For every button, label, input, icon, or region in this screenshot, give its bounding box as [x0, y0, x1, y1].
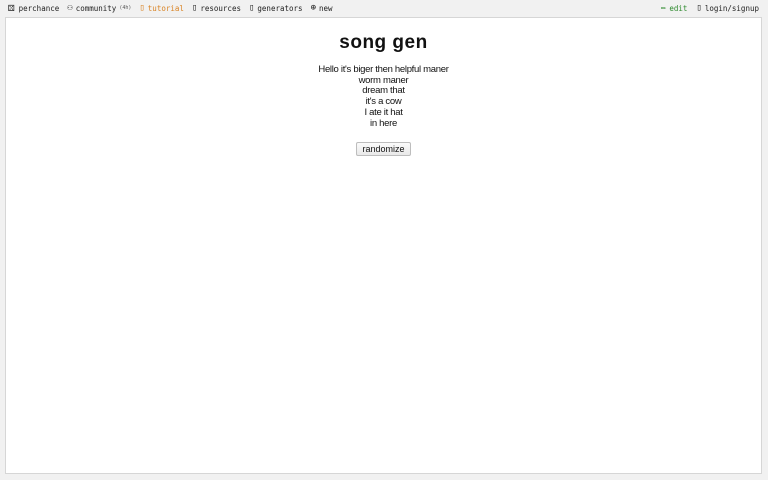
folder-icon: ▯ [191, 3, 198, 13]
randomize-button[interactable]: randomize [356, 142, 411, 156]
edit-link[interactable]: ✏ edit [661, 3, 687, 13]
nav-item-resources[interactable]: ▯ resources [192, 3, 241, 13]
nav-item-label: resources [200, 3, 241, 13]
book-icon: ▯ [139, 3, 145, 13]
nav-item-label: generators [257, 3, 303, 13]
plus-circle-icon: ⊕ [310, 3, 316, 13]
nav-brand-perchance[interactable]: ⚄ perchance [8, 1, 60, 14]
nav-item-generators[interactable]: ▯ generators [249, 3, 303, 13]
button-row: randomize [6, 139, 761, 157]
community-count-badge: (4h) [119, 5, 132, 11]
song-lyrics: Hello it's biger then helpful maner worm… [6, 64, 761, 129]
nav-brand-label: perchance [18, 3, 60, 13]
top-nav-bar: ⚄ perchance ⚇ community (4h) ▯ tutorial … [0, 0, 768, 16]
nav-item-new[interactable]: ⊕ new [311, 3, 333, 13]
user-icon: ▯ [696, 3, 702, 13]
nav-right: ✏ edit ▯ login/signup [652, 2, 759, 14]
pencil-icon: ✏ [660, 3, 667, 13]
generator-output-panel: song gen Hello it's biger then helpful m… [5, 17, 762, 474]
nav-item-community[interactable]: ⚇ community (4h) [67, 3, 131, 13]
nav-left: ⚄ perchance ⚇ community (4h) ▯ tutorial … [8, 2, 341, 14]
grid-icon: ▯ [248, 3, 255, 13]
page-title: song gen [339, 32, 428, 53]
nav-item-label: tutorial [147, 3, 184, 13]
edit-label: edit [669, 3, 688, 13]
dice-icon: ⚄ [8, 1, 15, 14]
people-icon: ⚇ [67, 3, 73, 13]
nav-item-label: new [318, 3, 333, 13]
nav-item-label: community [75, 3, 117, 13]
login-signup-link[interactable]: ▯ login/signup [696, 3, 759, 13]
lyric-line: I ate it hat [364, 106, 403, 118]
nav-item-tutorial[interactable]: ▯ tutorial [139, 3, 184, 13]
lyric-line: in here [370, 117, 397, 129]
login-signup-label: login/signup [704, 3, 759, 13]
